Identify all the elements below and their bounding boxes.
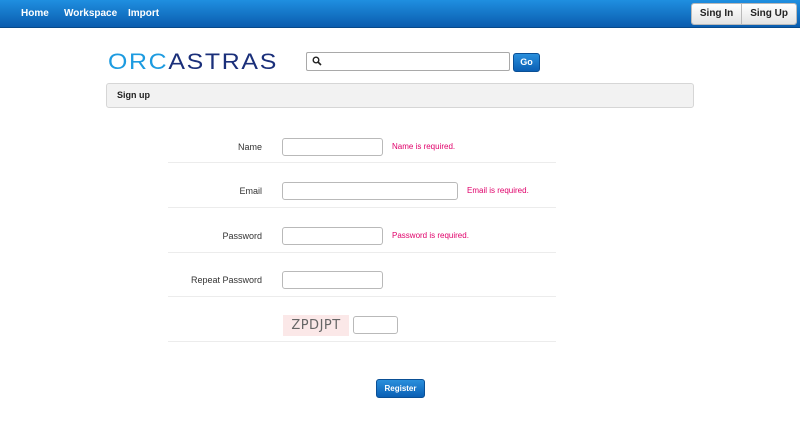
name-error: Name is required. [392, 142, 456, 151]
repeat-password-field[interactable] [282, 271, 383, 289]
nav-home-link[interactable]: Home [21, 8, 49, 19]
auth-button-group: Sing In Sing Up [690, 3, 797, 25]
orcastras-logo[interactable]: ORC ASTRAS [108, 50, 280, 74]
top-navbar: Home Workspace Import Sing In Sing Up [0, 0, 800, 28]
register-button[interactable]: Register [376, 379, 425, 398]
row-divider [168, 341, 556, 342]
sign-up-button[interactable]: Sing Up [741, 4, 796, 24]
password-error: Password is required. [392, 231, 469, 240]
search-input[interactable] [306, 52, 510, 71]
nav-workspace-link[interactable]: Workspace [64, 8, 117, 19]
captcha-image: ZPDJPT [283, 315, 349, 336]
row-divider [168, 207, 556, 208]
nav-import-link[interactable]: Import [128, 8, 159, 19]
search-icon [312, 56, 322, 66]
email-field[interactable] [282, 182, 458, 200]
row-divider [168, 296, 556, 297]
captcha-field[interactable] [353, 316, 398, 334]
password-field[interactable] [282, 227, 383, 245]
sign-in-button[interactable]: Sing In [691, 4, 742, 24]
section-title: Sign up [117, 90, 150, 100]
name-field[interactable] [282, 138, 383, 156]
name-label: Name [237, 142, 262, 152]
svg-text:ORCASTRAS: ORC ASTRAS [108, 50, 278, 74]
row-divider [168, 162, 556, 163]
row-divider [168, 252, 556, 253]
repeat-password-label: Repeat Password [190, 275, 262, 285]
search-go-button[interactable]: Go [513, 53, 540, 72]
email-error: Email is required. [467, 186, 529, 195]
password-label: Password [222, 231, 262, 241]
email-label: Email [239, 186, 262, 196]
signup-section-header: Sign up [106, 83, 694, 108]
